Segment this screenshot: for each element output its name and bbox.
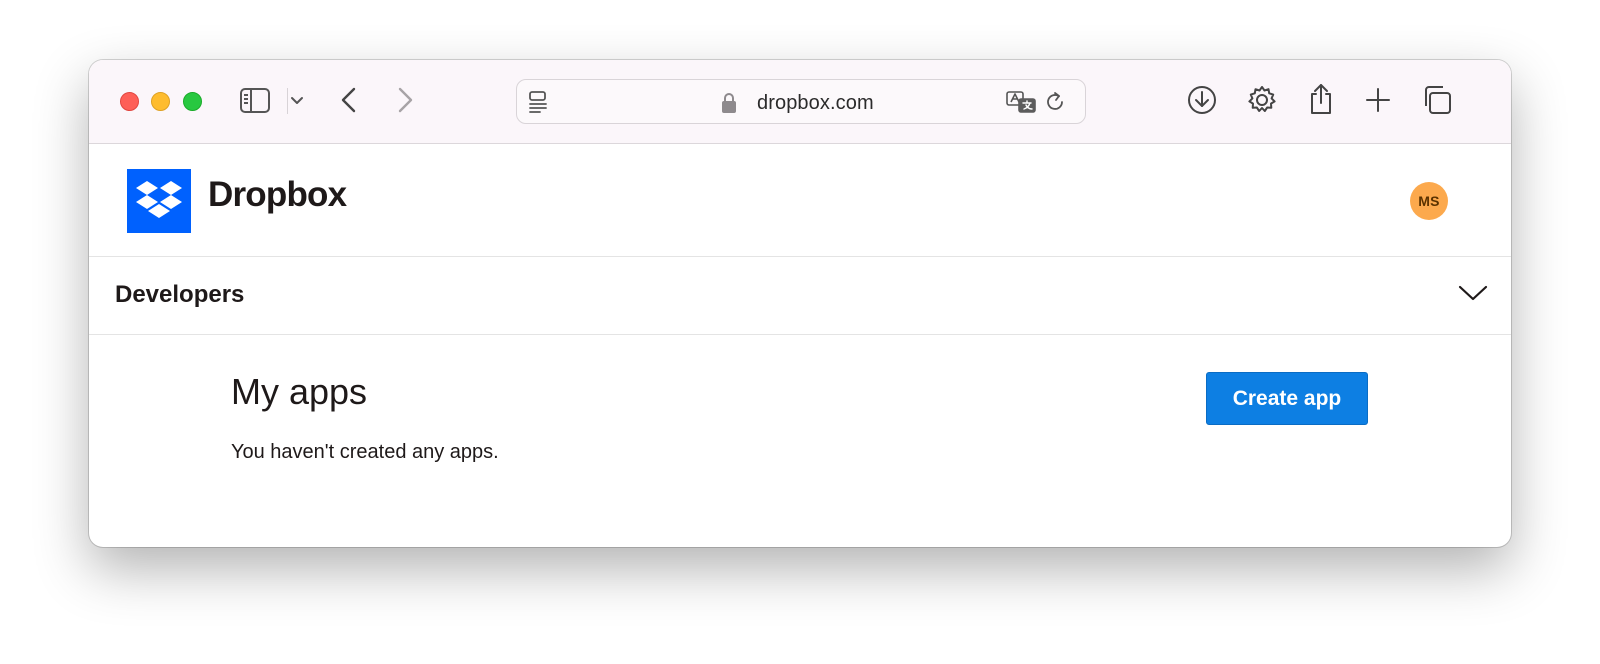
- browser-toolbar: dropbox.com: [89, 60, 1511, 144]
- developers-nav[interactable]: Developers: [89, 258, 1511, 335]
- close-window-button[interactable]: [120, 92, 139, 111]
- brand-name[interactable]: Dropbox: [208, 175, 347, 215]
- page-title: My apps: [231, 371, 368, 412]
- chevron-down-icon[interactable]: [1457, 282, 1489, 309]
- share-icon[interactable]: [1306, 82, 1336, 116]
- browser-window: dropbox.com Dropbox MS Developers My app…: [89, 60, 1511, 547]
- download-icon[interactable]: [1186, 84, 1218, 116]
- lock-icon: [721, 92, 737, 114]
- forward-icon[interactable]: [395, 86, 415, 116]
- avatar[interactable]: MS: [1410, 182, 1448, 220]
- reader-icon[interactable]: [527, 90, 549, 114]
- create-app-button[interactable]: Create app: [1206, 372, 1368, 425]
- empty-state-message: You haven't created any apps.: [231, 441, 499, 463]
- sidebar-icon[interactable]: [239, 86, 271, 116]
- url-text: dropbox.com: [757, 92, 874, 114]
- toolbar-separator: [287, 88, 288, 114]
- back-icon[interactable]: [339, 86, 359, 116]
- reload-icon[interactable]: [1043, 90, 1067, 114]
- site-header: Dropbox MS: [89, 145, 1511, 257]
- dropbox-logo-icon[interactable]: [127, 169, 191, 233]
- translate-icon[interactable]: [1005, 90, 1037, 116]
- developers-title: Developers: [115, 281, 245, 308]
- gear-icon[interactable]: [1246, 84, 1278, 116]
- plus-icon[interactable]: [1364, 86, 1392, 114]
- zoom-window-button[interactable]: [183, 92, 202, 111]
- tabs-icon[interactable]: [1421, 84, 1453, 116]
- address-bar[interactable]: dropbox.com: [516, 79, 1086, 124]
- minimize-window-button[interactable]: [151, 92, 170, 111]
- chevron-down-icon[interactable]: [290, 94, 304, 108]
